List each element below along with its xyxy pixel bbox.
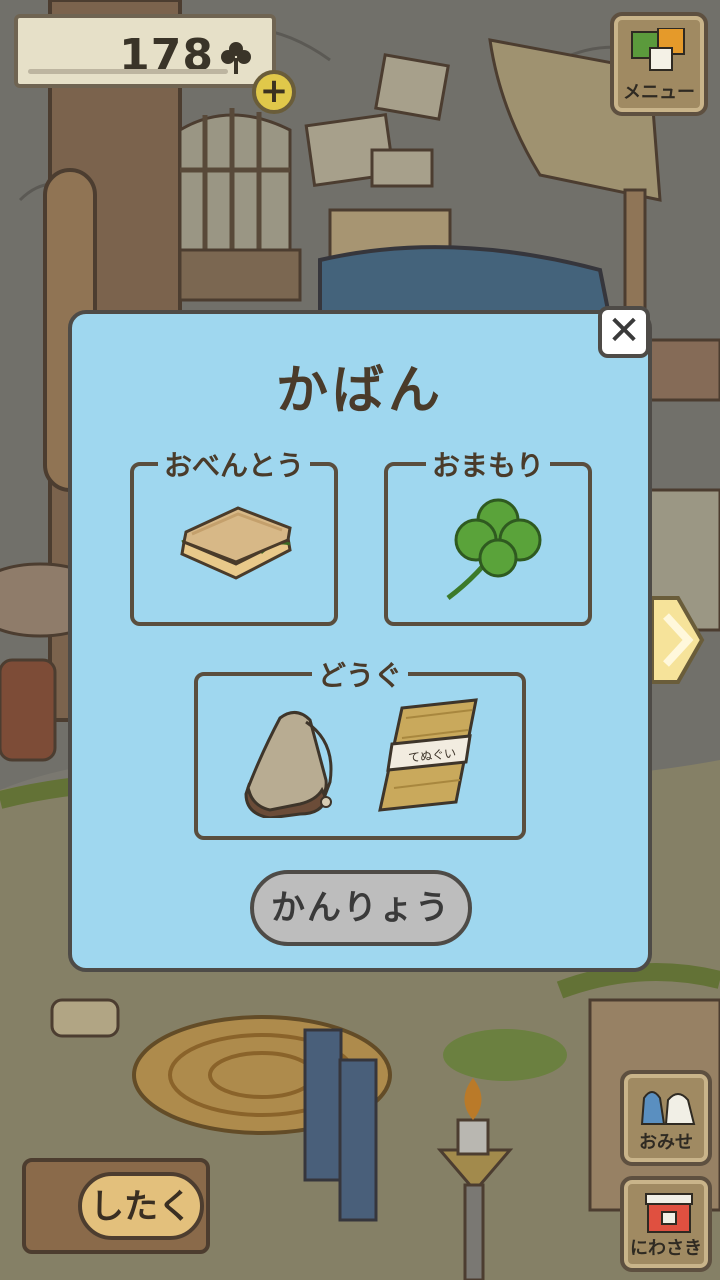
bag-modal: かばん おべんとう おまもり どうぐ てぬぐい かんりょう <box>68 310 652 972</box>
clover-counter: 178 <box>14 14 276 88</box>
next-page-arrow[interactable] <box>648 594 706 686</box>
plus-icon: + <box>259 71 289 111</box>
tools-slot-label: どうぐ <box>311 659 408 692</box>
sandwich-icon <box>180 506 292 580</box>
tools-slot[interactable]: どうぐ てぬぐい <box>194 659 526 840</box>
close-icon: ✕ <box>607 308 641 354</box>
shop-label: おみせ <box>639 1132 693 1153</box>
lunch-slot[interactable]: おべんとう <box>130 449 338 626</box>
canteen-icon <box>244 711 333 818</box>
done-button[interactable]: かんりょう <box>250 870 472 946</box>
add-clover-button[interactable]: + <box>252 70 296 114</box>
garden-label: にわさき <box>630 1238 702 1259</box>
lunch-slot-label: おべんとう <box>157 449 310 482</box>
menu-button[interactable]: メニュー <box>610 12 708 116</box>
four-leaf-clover-icon <box>446 498 542 600</box>
shop-bags-icon <box>640 1091 696 1125</box>
garden-button[interactable]: にわさき <box>620 1176 712 1272</box>
prepare-label: したく <box>78 1172 204 1240</box>
charm-slot[interactable]: おまもり <box>384 449 592 626</box>
shop-button[interactable]: おみせ <box>620 1070 712 1166</box>
menu-label: メニュー <box>623 82 695 103</box>
close-button[interactable]: ✕ <box>598 306 650 358</box>
modal-title: かばん <box>275 361 444 421</box>
garden-box-icon <box>645 1193 693 1233</box>
counter-underline <box>28 69 228 74</box>
charm-slot-label: おまもり <box>425 449 550 482</box>
menu-icon <box>631 28 685 71</box>
prepare-button[interactable]: したく <box>22 1158 210 1254</box>
chevron-right-icon <box>650 596 705 684</box>
tenugui-towel-icon: てぬぐい <box>378 698 478 812</box>
